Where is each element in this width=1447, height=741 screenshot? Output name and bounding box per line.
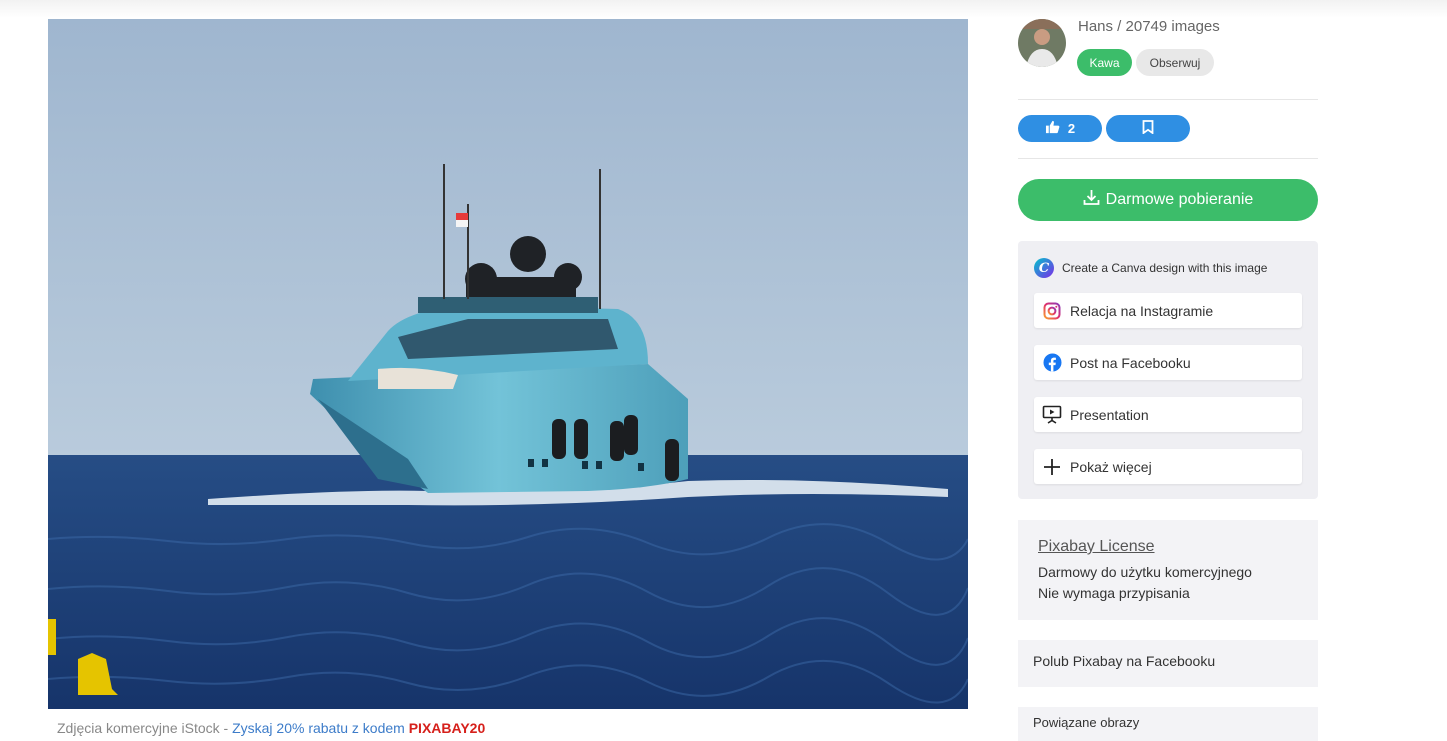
promo-code[interactable]: PIXABAY20 — [409, 720, 486, 736]
avatar[interactable] — [1018, 19, 1066, 67]
license-line-attribution: Nie wymaga przypisania — [1038, 585, 1190, 601]
divider — [1018, 158, 1318, 159]
share-instagram[interactable]: Relacja na Instagramie — [1034, 293, 1302, 328]
user-name-line[interactable]: Hans / 20749 images — [1078, 18, 1220, 35]
presentation-icon — [1042, 405, 1062, 425]
license-box: Pixabay License Darmowy do użytku komerc… — [1018, 520, 1318, 620]
canva-link[interactable]: C Create a Canva design with this image — [1034, 258, 1267, 278]
like-count: 2 — [1067, 121, 1076, 136]
related-images-heading: Powiązane obrazy — [1018, 707, 1318, 741]
share-facebook-label: Post na Facebooku — [1070, 354, 1191, 371]
canva-label: Create a Canva design with this image — [1062, 261, 1268, 275]
divider — [1018, 99, 1318, 100]
bookmark-button[interactable] — [1106, 115, 1190, 142]
istock-caption: Zdjęcia komercyjne iStock - Zyskaj 20% r… — [57, 720, 485, 736]
bookmark-icon — [1142, 120, 1154, 137]
follow-button[interactable]: Obserwuj — [1136, 49, 1214, 76]
license-line-commercial: Darmowy do użytku komercyjnego — [1038, 564, 1252, 580]
download-label: Darmowe pobieranie — [1105, 191, 1254, 208]
facebook-like-box[interactable]: Polub Pixabay na Facebooku — [1018, 640, 1318, 687]
share-show-more-label: Pokaż więcej — [1070, 458, 1152, 475]
istock-caption-prefix: Zdjęcia komercyjne iStock — [57, 720, 220, 736]
caption-separator: - — [219, 720, 233, 736]
share-panel: C Create a Canva design with this image … — [1018, 241, 1318, 499]
coffee-button[interactable]: Kawa — [1077, 49, 1132, 76]
share-presentation[interactable]: Presentation — [1034, 397, 1302, 432]
promo-link[interactable]: Zyskaj 20% rabatu z kodem — [232, 720, 409, 736]
yacht-photo[interactable] — [48, 19, 968, 709]
yacht-illustration — [48, 19, 968, 709]
facebook-icon — [1042, 353, 1062, 373]
like-button[interactable]: 2 — [1018, 115, 1102, 142]
thumbs-up-icon — [1045, 120, 1060, 137]
instagram-icon — [1042, 301, 1062, 321]
share-instagram-label: Relacja na Instagramie — [1070, 302, 1214, 319]
avatar-image — [1018, 19, 1066, 67]
sidebar: Hans / 20749 images Kawa Obserwuj 2 Darm… — [1018, 0, 1318, 741]
download-button[interactable]: Darmowe pobieranie — [1018, 179, 1318, 221]
share-show-more[interactable]: Pokaż więcej — [1034, 449, 1302, 484]
share-presentation-label: Presentation — [1070, 406, 1149, 423]
license-link[interactable]: Pixabay License — [1038, 538, 1298, 556]
share-facebook[interactable]: Post na Facebooku — [1034, 345, 1302, 380]
canva-icon: C — [1034, 258, 1054, 278]
plus-icon — [1042, 457, 1062, 477]
download-icon — [1083, 189, 1100, 211]
